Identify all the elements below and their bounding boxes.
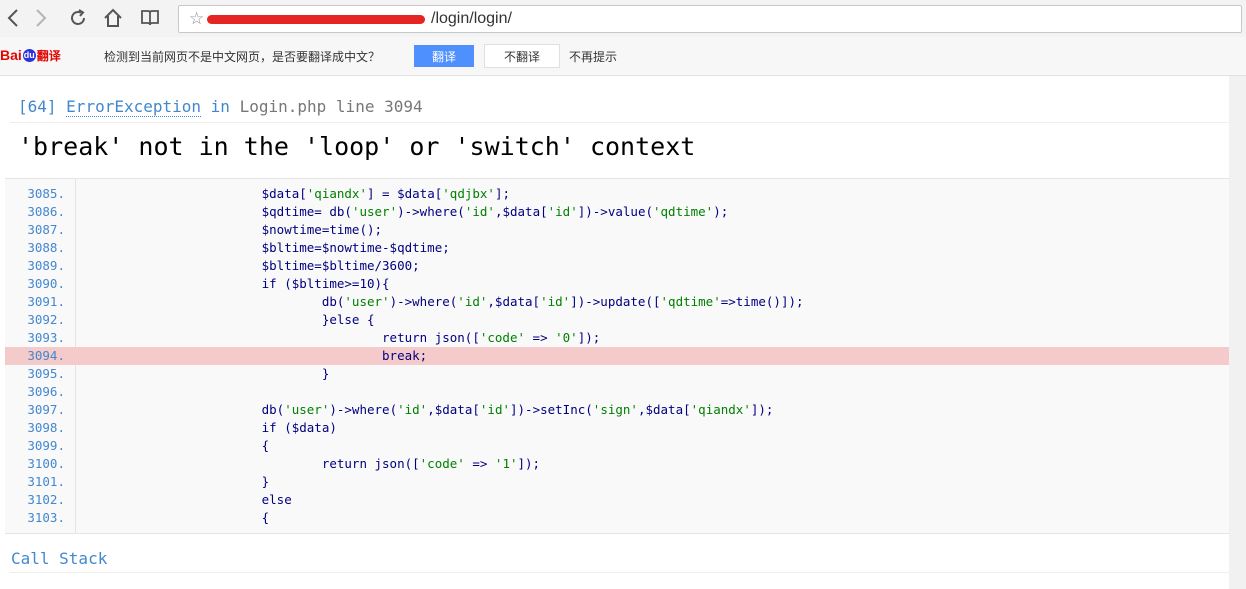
code-line: 3098. if ($data) xyxy=(5,419,1246,437)
divider xyxy=(10,572,1246,573)
code-text: $bltime=$bltime/3600; xyxy=(81,258,420,273)
code-line: 3088. $bltime=$nowtime-$qdtime; xyxy=(5,239,1246,257)
line-number: 3100. xyxy=(27,456,65,471)
line-number: 3090. xyxy=(27,276,65,291)
line-number: 3102. xyxy=(27,492,65,507)
back-icon[interactable] xyxy=(0,5,26,31)
exception-file: Login.php xyxy=(239,97,327,116)
exception-in: in xyxy=(210,97,230,116)
line-number: 3097. xyxy=(27,402,65,417)
divider xyxy=(10,122,1246,123)
code-text: } xyxy=(81,366,330,381)
code-line: 3094. break; xyxy=(5,347,1246,365)
code-line: 3100. return json(['code' => '1']); xyxy=(5,455,1246,473)
line-number: 3103. xyxy=(27,510,65,525)
code-line: 3101. } xyxy=(5,473,1246,491)
line-number: 3096. xyxy=(27,384,65,399)
browser-toolbar: ☆ /login/login/ xyxy=(0,0,1246,37)
logo-bai: Bai xyxy=(0,47,22,63)
exception-message: 'break' not in the 'loop' or 'switch' co… xyxy=(18,132,696,161)
code-text: $bltime=$nowtime-$qdtime; xyxy=(81,240,450,255)
line-number: 3087. xyxy=(27,222,65,237)
code-text: db('user')->where('id',$data['id'])->upd… xyxy=(81,294,804,309)
line-number: 3093. xyxy=(27,330,65,345)
bookmark-star-icon[interactable]: ☆ xyxy=(189,7,204,31)
code-text: break; xyxy=(81,348,428,363)
code-line: 3102. else xyxy=(5,491,1246,509)
code-text: return json(['code' => '1']); xyxy=(81,456,541,471)
never-prompt-link[interactable]: 不再提示 xyxy=(569,48,617,65)
code-text: return json(['code' => '0']); xyxy=(81,330,601,345)
line-number: 3098. xyxy=(27,420,65,435)
logo-du: du xyxy=(22,48,36,62)
line-number: 3092. xyxy=(27,312,65,327)
address-bar[interactable]: ☆ /login/login/ xyxy=(178,5,1242,33)
source-code-block: 3085. $data['qiandx'] = $data['qdjbx']; 3… xyxy=(5,178,1246,534)
code-line: 3085. $data['qiandx'] = $data['qdjbx']; xyxy=(5,185,1246,203)
line-number: 3089. xyxy=(27,258,65,273)
exception-type[interactable]: ErrorException xyxy=(66,97,202,117)
reader-icon[interactable] xyxy=(137,5,163,31)
code-text: db('user')->where('id',$data['id'])->set… xyxy=(81,402,774,417)
code-text: if ($bltime>=10){ xyxy=(81,276,390,291)
call-stack-title: Call Stack xyxy=(11,549,108,568)
vertical-scrollbar[interactable] xyxy=(1229,76,1246,589)
code-line: 3096. xyxy=(5,383,1246,401)
code-text: else xyxy=(81,492,292,507)
home-icon[interactable] xyxy=(100,5,126,31)
logo-fanyi: 翻译 xyxy=(36,48,61,63)
line-number: 3095. xyxy=(27,366,65,381)
code-text: { xyxy=(81,438,270,453)
code-text: $nowtime=time(); xyxy=(81,222,383,237)
exception-line: 3094 xyxy=(384,97,423,116)
code-line: 3087. $nowtime=time(); xyxy=(5,221,1246,239)
code-line: 3091. db('user')->where('id',$data['id']… xyxy=(5,293,1246,311)
line-number: 3085. xyxy=(27,186,65,201)
code-text: $data['qiandx'] = $data['qdjbx']; xyxy=(81,186,511,201)
exception-line-word: line xyxy=(335,97,375,116)
line-number: 3101. xyxy=(27,474,65,489)
code-line: 3097. db('user')->where('id',$data['id']… xyxy=(5,401,1246,419)
line-number: 3086. xyxy=(27,204,65,219)
code-line: 3093. return json(['code' => '0']); xyxy=(5,329,1246,347)
code-line: 3089. $bltime=$bltime/3600; xyxy=(5,257,1246,275)
translate-button[interactable]: 翻译 xyxy=(414,45,474,67)
exception-header: [64] ErrorException in Login.php line 30… xyxy=(18,97,423,117)
code-line: 3086. $qdtime= db('user')->where('id',$d… xyxy=(5,203,1246,221)
reload-icon[interactable] xyxy=(65,5,91,31)
exception-code: [64] xyxy=(18,97,57,116)
code-line: 3095. } xyxy=(5,365,1246,383)
baidu-translate-logo: Bai du 翻译 xyxy=(0,42,61,68)
url-text: /login/login/ xyxy=(431,10,512,27)
translate-prompt: 检测到当前网页不是中文网页，是否要翻译成中文？ xyxy=(104,50,381,64)
code-text: if ($data) xyxy=(81,420,337,435)
code-text: }else { xyxy=(81,312,375,327)
code-line: 3099. { xyxy=(5,437,1246,455)
code-text: { xyxy=(81,510,270,525)
no-translate-button[interactable]: 不翻译 xyxy=(484,44,560,68)
line-number: 3094. xyxy=(27,348,65,363)
line-number: 3091. xyxy=(27,294,65,309)
code-line: 3090. if ($bltime>=10){ xyxy=(5,275,1246,293)
redacted-url-mark xyxy=(207,15,425,24)
line-number: 3088. xyxy=(27,240,65,255)
line-number: 3099. xyxy=(27,438,65,453)
code-text: $qdtime= db('user')->where('id',$data['i… xyxy=(81,204,729,219)
forward-icon[interactable] xyxy=(28,5,54,31)
code-line: 3092. }else { xyxy=(5,311,1246,329)
code-text: } xyxy=(81,474,270,489)
code-line: 3103. { xyxy=(5,509,1246,527)
